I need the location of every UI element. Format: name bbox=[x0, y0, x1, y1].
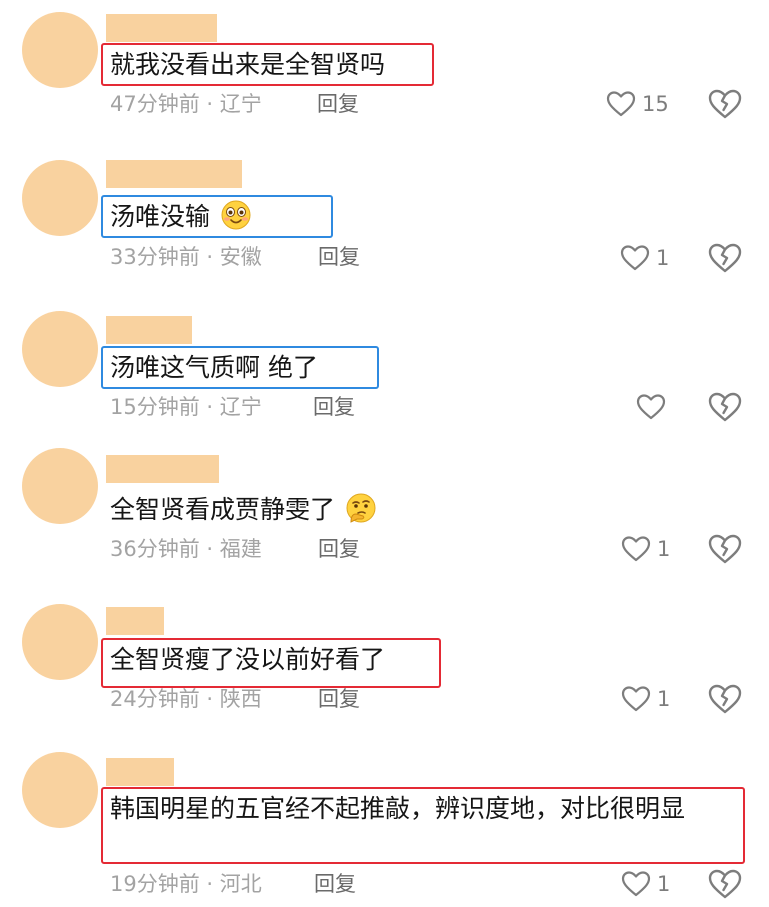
like-count: 1 bbox=[657, 537, 671, 561]
reply-button[interactable]: 回复 bbox=[317, 90, 359, 118]
comment-text: 就我没看出来是全智贤吗 bbox=[110, 50, 386, 79]
like-count: 1 bbox=[657, 687, 671, 711]
like-button[interactable]: 1 bbox=[621, 869, 670, 899]
dislike-button[interactable] bbox=[708, 88, 742, 120]
comment-location: 辽宁 bbox=[219, 92, 262, 116]
reply-button[interactable]: 回复 bbox=[314, 870, 356, 898]
like-button[interactable]: 1 bbox=[621, 534, 670, 564]
broken-heart-icon bbox=[708, 534, 742, 564]
heart-outline-icon bbox=[636, 394, 666, 420]
meta-separator: · bbox=[206, 537, 214, 561]
dislike-button[interactable] bbox=[708, 533, 742, 565]
comment-text-row: 全智贤看成贾静雯了 bbox=[110, 492, 377, 528]
comment-time: 15分钟前 bbox=[110, 395, 200, 419]
username-redacted[interactable] bbox=[106, 455, 219, 483]
comment-text: 汤唯这气质啊 绝了 bbox=[110, 353, 318, 382]
comment-time: 47分钟前 bbox=[110, 92, 200, 116]
comment-meta: 19分钟前 · 河北 bbox=[110, 870, 262, 898]
heart-outline-icon bbox=[620, 245, 650, 271]
comment-time: 19分钟前 bbox=[110, 872, 200, 896]
comment-meta: 47分钟前 · 辽宁 bbox=[110, 90, 262, 118]
broken-heart-icon bbox=[708, 869, 742, 899]
heart-outline-icon bbox=[621, 536, 651, 562]
smiling-face-emoji bbox=[221, 200, 251, 230]
username-redacted[interactable] bbox=[106, 316, 192, 344]
avatar[interactable] bbox=[22, 311, 98, 387]
username-redacted[interactable] bbox=[106, 160, 242, 188]
comment-time: 24分钟前 bbox=[110, 687, 200, 711]
comment-location: 福建 bbox=[219, 537, 262, 561]
like-count: 15 bbox=[642, 92, 669, 116]
heart-outline-icon bbox=[621, 871, 651, 897]
comment-location: 陕西 bbox=[219, 687, 262, 711]
comment-text: 全智贤瘦了没以前好看了 bbox=[110, 645, 386, 674]
comment-meta: 36分钟前 · 福建 bbox=[110, 535, 262, 563]
reply-button[interactable]: 回复 bbox=[313, 393, 355, 421]
meta-separator: · bbox=[206, 92, 214, 116]
broken-heart-icon bbox=[708, 684, 742, 714]
dislike-button[interactable] bbox=[708, 242, 742, 274]
avatar[interactable] bbox=[22, 604, 98, 680]
meta-separator: · bbox=[206, 395, 214, 419]
comment-time: 36分钟前 bbox=[110, 537, 200, 561]
like-button[interactable]: 15 bbox=[606, 89, 669, 119]
username-redacted[interactable] bbox=[106, 758, 174, 786]
comment-location: 河北 bbox=[219, 872, 262, 896]
dislike-button[interactable] bbox=[708, 683, 742, 715]
meta-separator: · bbox=[206, 245, 214, 269]
broken-heart-icon bbox=[708, 392, 742, 422]
like-count: 1 bbox=[656, 246, 670, 270]
comment-time: 33分钟前 bbox=[110, 245, 200, 269]
username-redacted[interactable] bbox=[106, 607, 164, 635]
reply-button[interactable]: 回复 bbox=[318, 243, 360, 271]
broken-heart-icon bbox=[708, 89, 742, 119]
meta-separator: · bbox=[206, 687, 214, 711]
avatar[interactable] bbox=[22, 752, 98, 828]
comment-text: 汤唯没输 bbox=[110, 202, 211, 231]
comment-meta: 33分钟前 · 安徽 bbox=[110, 243, 262, 271]
reply-button[interactable]: 回复 bbox=[318, 535, 360, 563]
avatar[interactable] bbox=[22, 12, 98, 88]
comment-text: 全智贤看成贾静雯了 bbox=[110, 495, 336, 524]
comment-text: 韩国明星的五官经不起推敲，辨识度地，对比很明显 bbox=[110, 794, 686, 823]
dislike-button[interactable] bbox=[708, 391, 742, 423]
comment-location: 辽宁 bbox=[219, 395, 262, 419]
avatar[interactable] bbox=[22, 160, 98, 236]
thinking-face-emoji bbox=[346, 493, 376, 523]
heart-outline-icon bbox=[606, 91, 636, 117]
broken-heart-icon bbox=[708, 243, 742, 273]
username-redacted[interactable] bbox=[106, 14, 217, 42]
comment-meta: 15分钟前 · 辽宁 bbox=[110, 393, 262, 421]
dislike-button[interactable] bbox=[708, 868, 742, 900]
comment-meta: 24分钟前 · 陕西 bbox=[110, 685, 262, 713]
like-button[interactable] bbox=[636, 392, 666, 422]
like-button[interactable]: 1 bbox=[620, 243, 669, 273]
comment-location: 安徽 bbox=[219, 245, 262, 269]
heart-outline-icon bbox=[621, 686, 651, 712]
like-button[interactable]: 1 bbox=[621, 684, 670, 714]
meta-separator: · bbox=[206, 872, 214, 896]
comment-text-row: 汤唯没输 bbox=[110, 199, 252, 235]
reply-button[interactable]: 回复 bbox=[318, 685, 360, 713]
like-count: 1 bbox=[657, 872, 671, 896]
comment-list-screen: { "comments": [ {"text": "就我没看出来是全智贤吗", … bbox=[0, 0, 769, 907]
avatar[interactable] bbox=[22, 448, 98, 524]
